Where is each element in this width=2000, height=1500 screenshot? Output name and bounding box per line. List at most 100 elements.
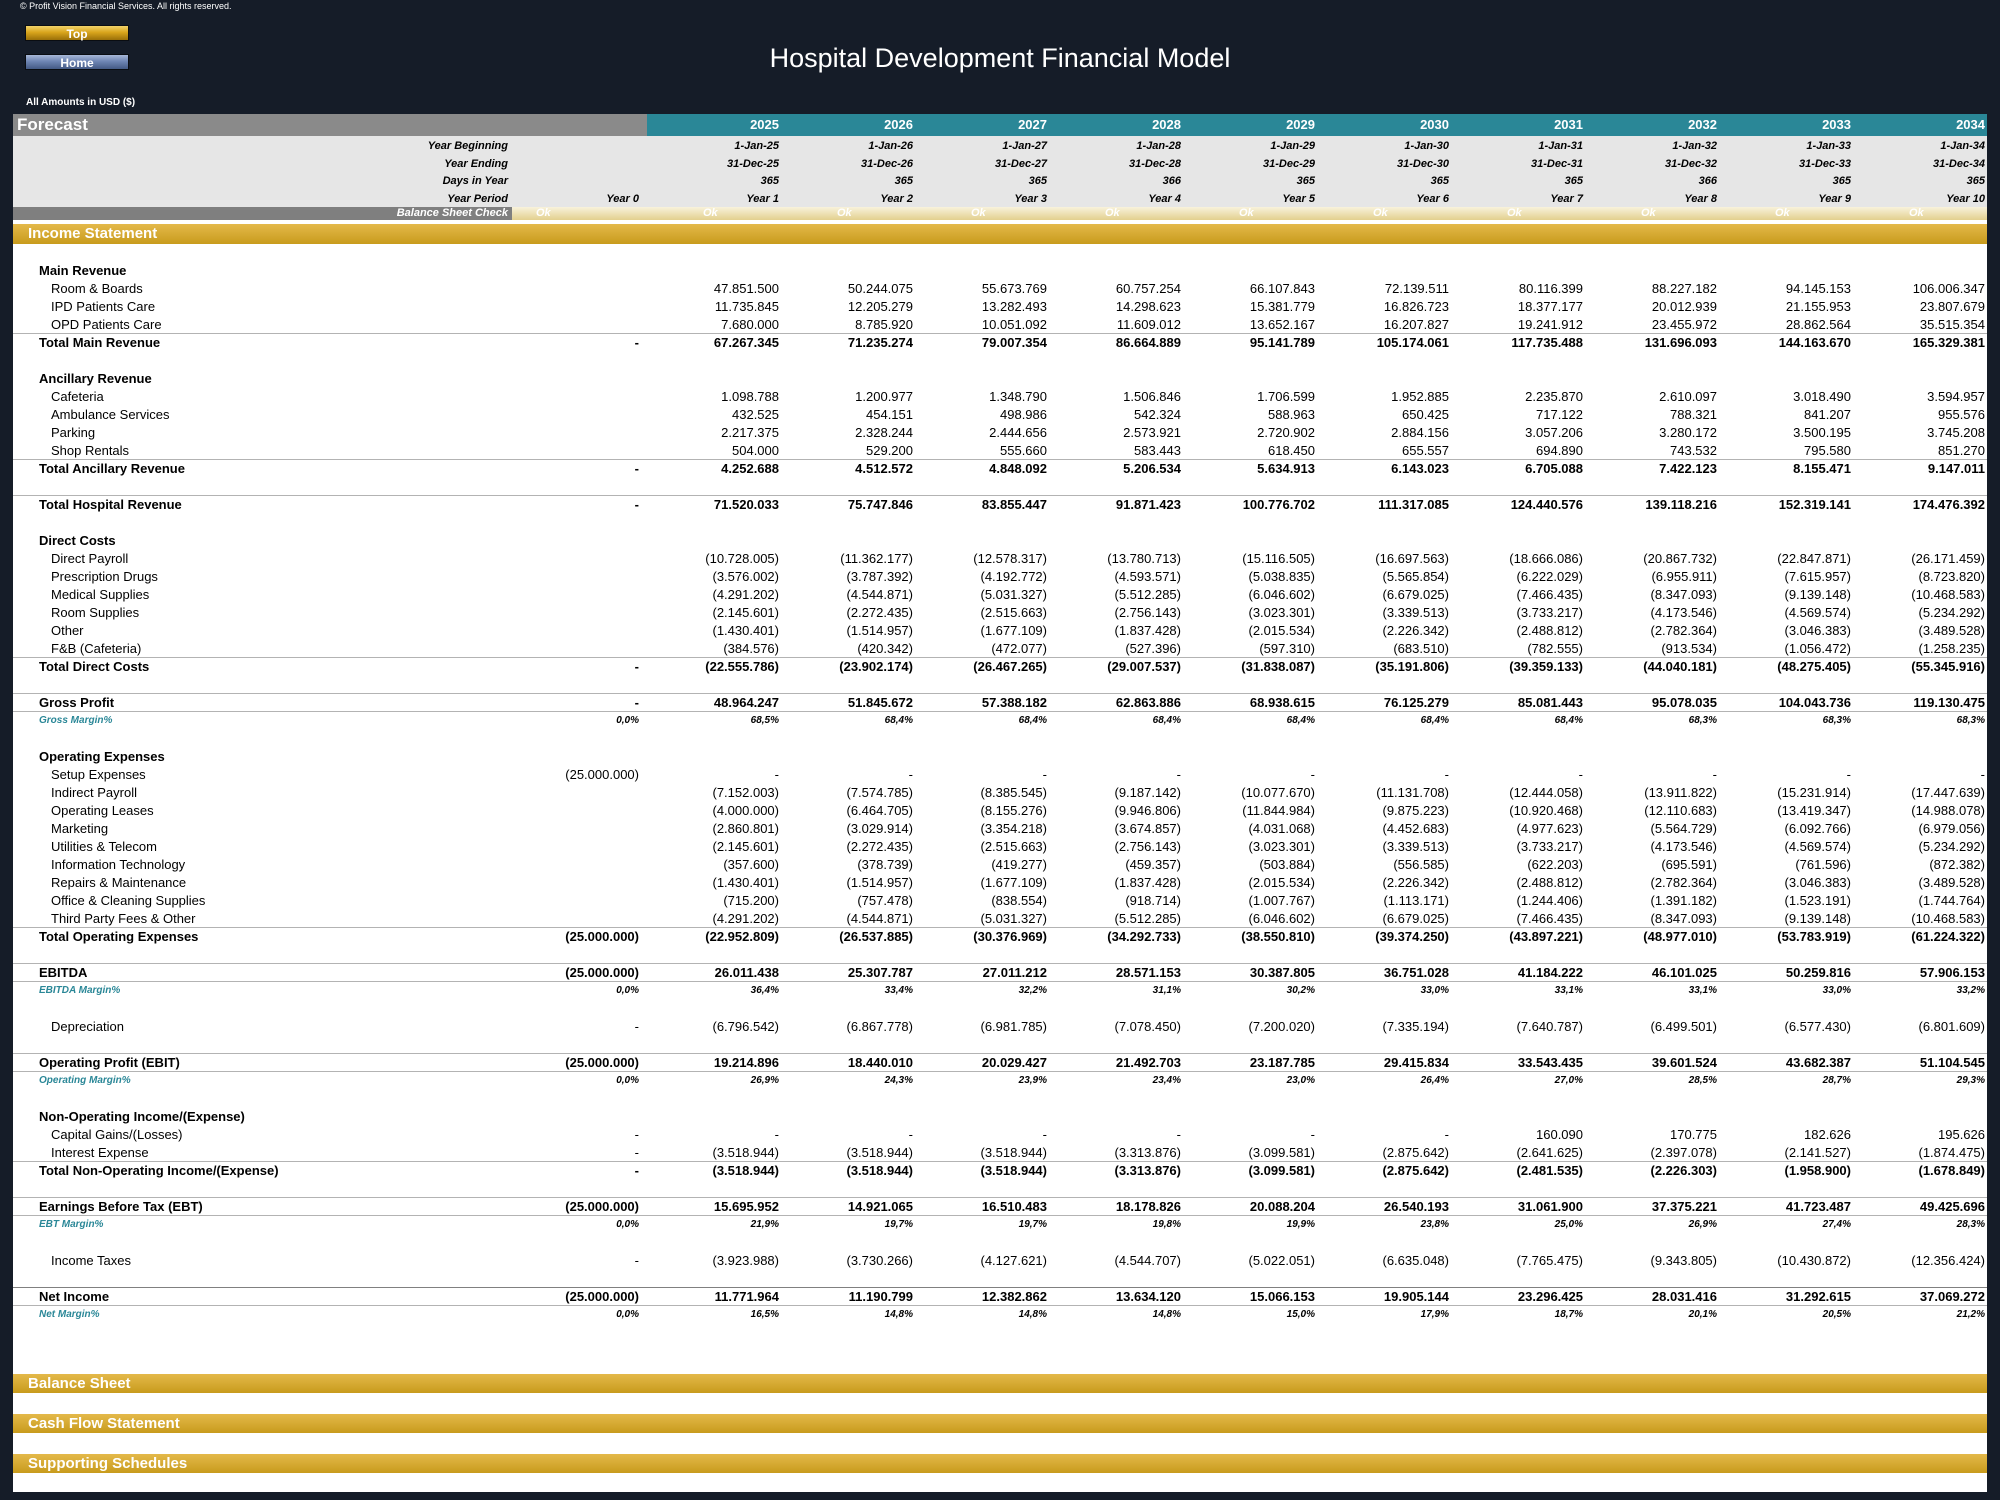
value-cell: 48.964.247 [713, 695, 779, 710]
table-row: Utilities & Telecom (2.145.601) (2.272.435… [13, 838, 1987, 856]
year0-cell: - [634, 497, 639, 512]
period-value: 1-Jan-29 [1270, 140, 1315, 152]
row-label: Room Supplies [51, 605, 140, 620]
period-value: 31-Dec-25 [727, 157, 779, 170]
table-row: Total Direct Costs - (22.555.786) (23.902.1… [13, 658, 1987, 676]
value-cell: 32,2% [1018, 985, 1047, 996]
table-row: Total Main Revenue - 67.267.345 71.235.274 7… [13, 334, 1987, 352]
value-cell: (527.396) [1125, 641, 1181, 656]
value-cell: (6.222.029) [1516, 569, 1584, 584]
row-label: Operating Profit (EBIT) [39, 1055, 180, 1070]
forecast-sheet: Forecast 2025 2026 2027 2028 2029 2030 2031 203… [13, 114, 1987, 1492]
value-cell: 23,4% [1152, 1075, 1181, 1086]
value-cell: (4.569.574) [1784, 605, 1852, 620]
value-cell: (39.359.133) [1509, 659, 1583, 674]
table-row: Information Technology (357.600) (378.739)… [13, 856, 1987, 874]
value-cell: 26.011.438 [714, 965, 779, 980]
value-cell: (10.430.872) [1777, 1253, 1851, 1268]
value-cell: 39.601.524 [1651, 1055, 1717, 1070]
value-cell: 47.851.500 [713, 281, 779, 296]
value-cell: (30.376.969) [973, 929, 1047, 944]
value-cell: (6.679.025) [1382, 911, 1450, 926]
value-cell: (4.127.621) [980, 1253, 1048, 1268]
value-cell: (3.046.383) [1784, 623, 1852, 638]
value-cell: 27.011.212 [982, 965, 1047, 980]
year-header-2029: 2029 [1286, 117, 1315, 132]
value-cell: 7.680.000 [721, 317, 779, 332]
value-cell: (3.023.301) [1248, 839, 1316, 854]
row-separator [13, 711, 1987, 712]
period-row: Days in Year 365 365 365 366 365 365 365 366 365 3… [13, 173, 1987, 190]
period-value: 31-Dec-32 [1665, 157, 1717, 170]
period-value: Year 8 [1684, 192, 1717, 205]
period-value: 1-Jan-26 [868, 140, 913, 152]
value-cell: 33,0% [1420, 985, 1449, 996]
page-title: Hospital Development Financial Model [769, 43, 1231, 73]
top-button[interactable]: Top [25, 25, 129, 41]
value-cell: 454.151 [866, 407, 913, 422]
value-cell: (3.313.876) [1114, 1145, 1182, 1160]
value-cell: 68,5% [750, 715, 779, 726]
value-cell: 37.375.221 [1651, 1199, 1717, 1214]
value-cell: (7.615.957) [1784, 569, 1852, 584]
value-cell: - [908, 1127, 913, 1142]
value-cell: - [1176, 767, 1181, 782]
value-cell: (6.499.501) [1650, 1019, 1718, 1034]
value-cell: 28,5% [1688, 1075, 1717, 1086]
balance-sheet-section[interactable]: Balance Sheet [13, 1374, 1987, 1393]
value-cell: (5.512.285) [1114, 587, 1182, 602]
value-cell: 50.244.075 [847, 281, 913, 296]
value-cell: 3.500.195 [1793, 425, 1851, 440]
value-cell: (2.756.143) [1114, 839, 1182, 854]
value-cell: (3.339.513) [1382, 839, 1450, 854]
row-separator [13, 963, 1987, 964]
value-cell: 85.081.443 [1517, 695, 1583, 710]
value-cell: 26,9% [750, 1075, 779, 1086]
value-cell: (918.714) [1125, 893, 1181, 908]
value-cell: 12.382.862 [981, 1289, 1047, 1304]
year0-cell: - [634, 1127, 639, 1142]
value-cell: 795.580 [1804, 443, 1851, 458]
row-separator [13, 1287, 1987, 1288]
value-cell: (378.739) [857, 857, 913, 872]
table-row: Gross Margin% 0,0% 68,5% 68,4% 68,4% 68,4% 68,… [13, 712, 1987, 730]
value-cell: 21.492.703 [1115, 1055, 1181, 1070]
value-cell: (2.782.364) [1650, 623, 1718, 638]
value-cell: (6.796.542) [712, 1019, 780, 1034]
value-cell: 9.147.011 [1927, 461, 1985, 476]
value-cell: (3.354.218) [980, 821, 1048, 836]
value-cell: (5.565.854) [1382, 569, 1450, 584]
value-cell: (20.867.732) [1643, 551, 1717, 566]
value-cell: 504.000 [732, 443, 779, 458]
income-statement-section[interactable]: Income Statement [13, 224, 1987, 244]
value-cell: (4.173.546) [1650, 605, 1718, 620]
value-cell: (1.007.767) [1248, 893, 1316, 908]
value-cell: 24,3% [884, 1075, 913, 1086]
balance-check-status: Ok [1105, 207, 1120, 219]
section-header: Direct Costs [39, 533, 116, 548]
value-cell: 51.845.672 [847, 695, 913, 710]
year-header-2026: 2026 [884, 117, 913, 132]
period-value: Year 6 [1416, 192, 1449, 205]
year-header-2027: 2027 [1018, 117, 1047, 132]
value-cell: 8.155.471 [1793, 461, 1851, 476]
row-label: Total Hospital Revenue [39, 497, 182, 512]
period-info-block: Year Beginning 1-Jan-25 1-Jan-26 1-Jan-27 1-… [13, 136, 1987, 207]
supporting-schedules-section[interactable]: Supporting Schedules [13, 1454, 1987, 1473]
value-cell: 15.381.779 [1249, 299, 1315, 314]
period-value: 31-Dec-26 [861, 157, 913, 170]
row-label: Total Ancillary Revenue [39, 461, 185, 476]
value-cell: 20.088.204 [1249, 1199, 1315, 1214]
value-cell: 15,0% [1286, 1309, 1315, 1320]
value-cell: 13.282.493 [981, 299, 1047, 314]
value-cell: 28.571.153 [1115, 965, 1181, 980]
value-cell: (3.733.217) [1516, 839, 1584, 854]
value-cell: (3.518.944) [712, 1163, 780, 1178]
cash-flow-section[interactable]: Cash Flow Statement [13, 1414, 1987, 1433]
period-value: 365 [1564, 175, 1583, 187]
value-cell: - [1980, 767, 1985, 782]
value-cell: 618.450 [1268, 443, 1315, 458]
value-cell: (3.339.513) [1382, 605, 1450, 620]
value-cell: (9.875.223) [1382, 803, 1450, 818]
table-row: Total Non-Operating Income/(Expense) - (3.… [13, 1162, 1987, 1180]
